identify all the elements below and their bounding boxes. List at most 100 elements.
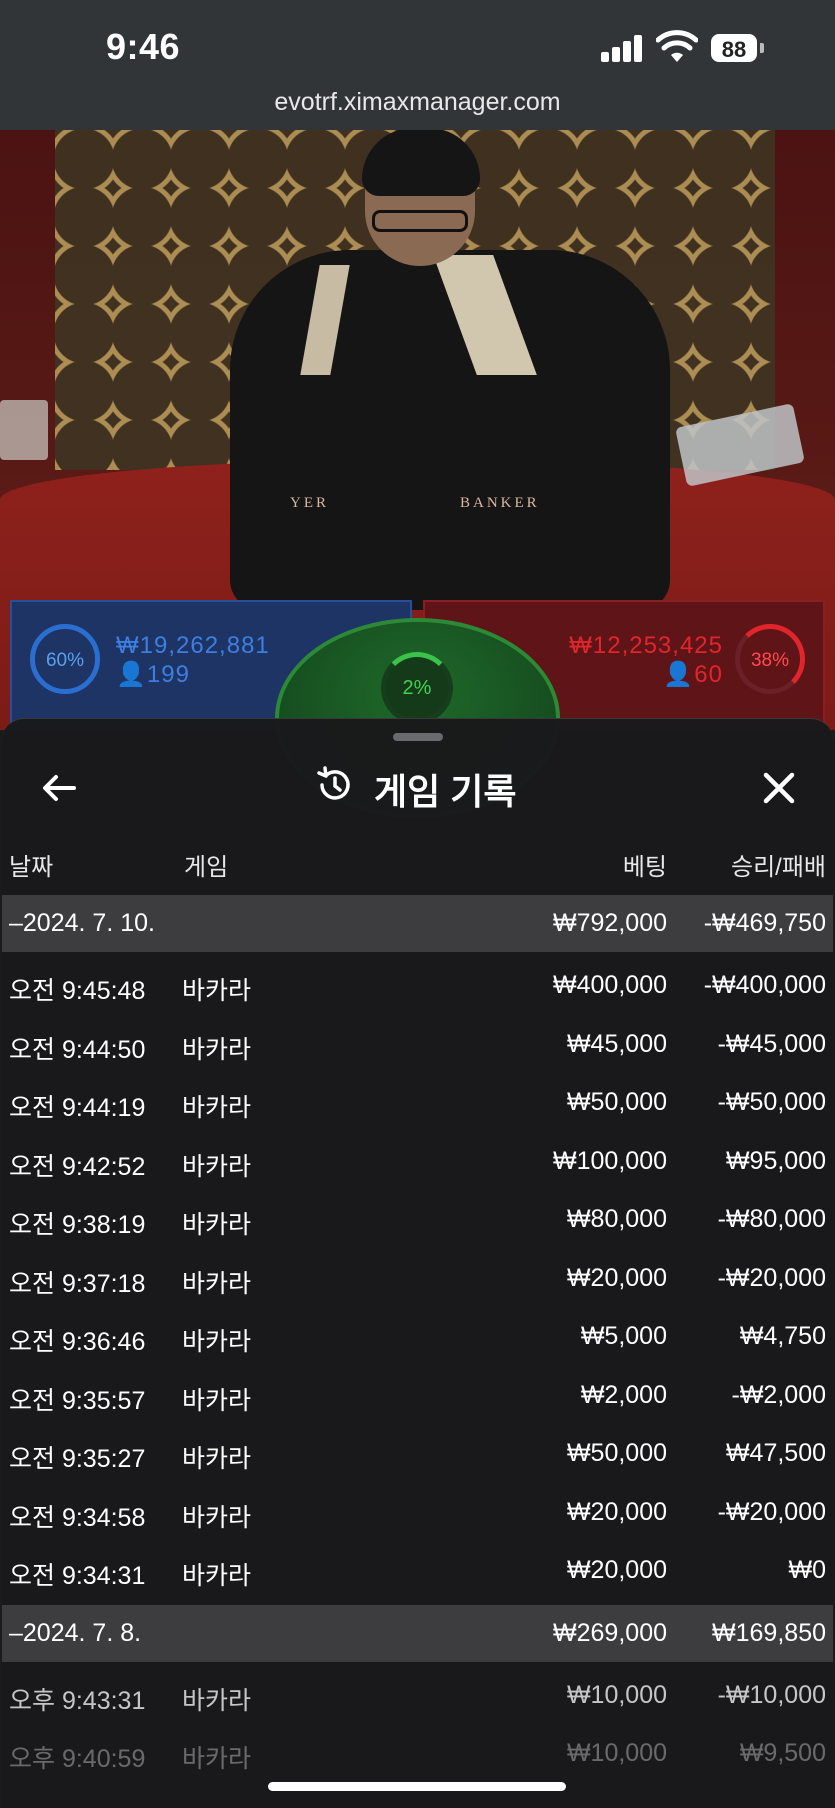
history-row[interactable]: 오전 9:44:19 바카라 ₩50,000 -₩50,000 (2, 1074, 833, 1133)
row-game: 바카라 (182, 1328, 252, 1356)
close-icon[interactable] (754, 763, 804, 813)
history-row[interactable]: 오전 9:35:57 바카라 ₩2,000 -₩2,000 (2, 1367, 833, 1426)
row-time: 오후 9:43:31 (9, 1686, 146, 1715)
row-bet: ₩50,000 (566, 1088, 667, 1116)
row-result: -₩400,000 (703, 971, 826, 999)
row-game: 바카라 (182, 977, 252, 1005)
row-result: -₩10,000 (717, 1680, 826, 1709)
history-row[interactable]: 오전 9:34:31 바카라 ₩20,000 ₩0 (2, 1542, 833, 1601)
history-row[interactable]: 오전 9:36:46 바카라 ₩5,000 ₩4,750 (2, 1308, 833, 1367)
row-time: 오전 9:45:48 (9, 977, 146, 1005)
row-result: ₩9,500 (739, 1739, 826, 1767)
panel-header: 게임 기록 (2, 749, 833, 829)
row-game: 바카라 (182, 1562, 252, 1590)
row-bet: ₩80,000 (566, 1205, 667, 1233)
row-game: 바카라 (182, 1686, 252, 1715)
person-icon: 👤 (116, 661, 147, 688)
clock: 9:46 (106, 26, 181, 67)
history-row[interactable]: 오전 9:38:19 바카라 ₩80,000 -₩80,000 (2, 1191, 833, 1250)
row-time: 오전 9:44:19 (9, 1094, 146, 1122)
group-bet-total: ₩269,000 (553, 1618, 667, 1647)
table-label-banker: BANKER (460, 495, 540, 511)
tie-percent-ring: 2% (381, 652, 453, 724)
row-result: ₩95,000 (725, 1146, 826, 1175)
history-list: –2024. 7. 10. ₩792,000 -₩469,750 오전 9:45… (2, 895, 833, 1784)
row-bet: ₩50,000 (566, 1439, 667, 1467)
history-row[interactable]: 오후 9:43:31 바카라 ₩10,000 -₩10,000 (2, 1667, 833, 1726)
row-game: 바카라 (182, 1152, 252, 1181)
row-bet: ₩5,000 (580, 1322, 667, 1350)
row-bet: ₩20,000 (566, 1497, 667, 1526)
drag-handle[interactable] (393, 733, 443, 741)
row-result: -₩2,000 (731, 1380, 826, 1409)
player-percent-ring: 60% (30, 624, 100, 694)
banker-amount: ₩12,253,425 (569, 632, 723, 659)
row-result: ₩0 (788, 1556, 827, 1584)
cellular-signal-icon (601, 34, 645, 62)
history-row[interactable]: 오전 9:34:58 바카라 ₩20,000 -₩20,000 (2, 1484, 833, 1543)
row-time: 오전 9:42:52 (9, 1152, 146, 1181)
game-history-panel: 게임 기록 날짜 게임 베팅 승리/패배 –2024. 7. 10. ₩792,… (2, 718, 833, 1808)
url-bar[interactable]: evotrf.ximaxmanager.com (0, 88, 835, 117)
group-bet-total: ₩792,000 (553, 909, 667, 937)
history-row[interactable]: 오전 9:44:50 바카라 ₩45,000 -₩45,000 (2, 1016, 833, 1075)
row-game: 바카라 (182, 1503, 252, 1532)
row-result: ₩47,500 (725, 1439, 826, 1467)
wifi-icon (656, 30, 698, 62)
banker-count: 👤60 (663, 661, 723, 688)
row-result: -₩20,000 (717, 1497, 826, 1526)
row-game: 바카라 (182, 1386, 252, 1415)
col-game: 게임 (184, 854, 229, 881)
group-date: –2024. 7. 10. (9, 909, 155, 937)
group-date: –2024. 7. 8. (9, 1618, 142, 1647)
row-game: 바카라 (182, 1269, 252, 1298)
row-result: ₩4,750 (739, 1322, 826, 1350)
row-time: 오전 9:34:31 (9, 1562, 146, 1590)
card-stack (0, 400, 48, 460)
row-bet: ₩400,000 (553, 971, 667, 999)
row-bet: ₩20,000 (566, 1263, 667, 1292)
row-result: -₩50,000 (717, 1088, 826, 1116)
date-group-header[interactable]: –2024. 7. 10. ₩792,000 -₩469,750 (2, 895, 833, 952)
row-bet: ₩100,000 (553, 1146, 667, 1175)
battery-nub (760, 43, 764, 53)
player-count: 👤199 (116, 661, 190, 688)
history-row[interactable]: 오전 9:37:18 바카라 ₩20,000 -₩20,000 (2, 1250, 833, 1309)
group-result-total: -₩469,750 (703, 909, 826, 937)
row-result: -₩45,000 (717, 1029, 826, 1058)
row-time: 오전 9:37:18 (9, 1269, 146, 1298)
table-label-player: YER (290, 495, 329, 511)
row-bet: ₩20,000 (566, 1556, 667, 1584)
row-bet: ₩10,000 (566, 1739, 667, 1767)
column-headers: 날짜 게임 베팅 승리/패배 (2, 841, 833, 885)
row-game: 바카라 (182, 1745, 252, 1773)
back-arrow-icon[interactable] (34, 763, 84, 813)
col-result: 승리/패배 (731, 854, 826, 881)
history-icon (317, 766, 350, 800)
home-indicator[interactable] (268, 1782, 566, 1791)
date-group-header[interactable]: –2024. 7. 8. ₩269,000 ₩169,850 (2, 1604, 833, 1662)
col-bet: 베팅 (622, 854, 667, 881)
row-result: -₩20,000 (717, 1263, 826, 1292)
row-time: 오전 9:44:50 (9, 1035, 146, 1064)
group-result-total: ₩169,850 (712, 1618, 826, 1647)
row-game: 바카라 (182, 1445, 252, 1473)
person-icon: 👤 (663, 661, 695, 688)
row-bet: ₩2,000 (580, 1380, 667, 1409)
row-game: 바카라 (182, 1035, 252, 1064)
row-time: 오후 9:40:59 (9, 1745, 146, 1773)
row-game: 바카라 (182, 1211, 252, 1239)
row-bet: ₩10,000 (566, 1680, 667, 1709)
history-row[interactable]: 오전 9:45:48 바카라 ₩400,000 -₩400,000 (2, 957, 833, 1016)
row-time: 오전 9:36:46 (9, 1328, 146, 1356)
row-game: 바카라 (182, 1094, 252, 1122)
battery-icon: 88 (711, 34, 757, 62)
history-row[interactable]: 오전 9:35:27 바카라 ₩50,000 ₩47,500 (2, 1425, 833, 1484)
history-row[interactable]: 오전 9:42:52 바카라 ₩100,000 ₩95,000 (2, 1133, 833, 1192)
row-bet: ₩45,000 (566, 1029, 667, 1058)
row-time: 오전 9:34:58 (9, 1503, 146, 1532)
panel-title: 게임 기록 (374, 771, 517, 812)
col-date: 날짜 (9, 854, 54, 881)
history-row[interactable]: 오후 9:40:59 바카라 ₩10,000 ₩9,500 (2, 1725, 833, 1784)
row-time: 오전 9:35:57 (9, 1386, 146, 1415)
